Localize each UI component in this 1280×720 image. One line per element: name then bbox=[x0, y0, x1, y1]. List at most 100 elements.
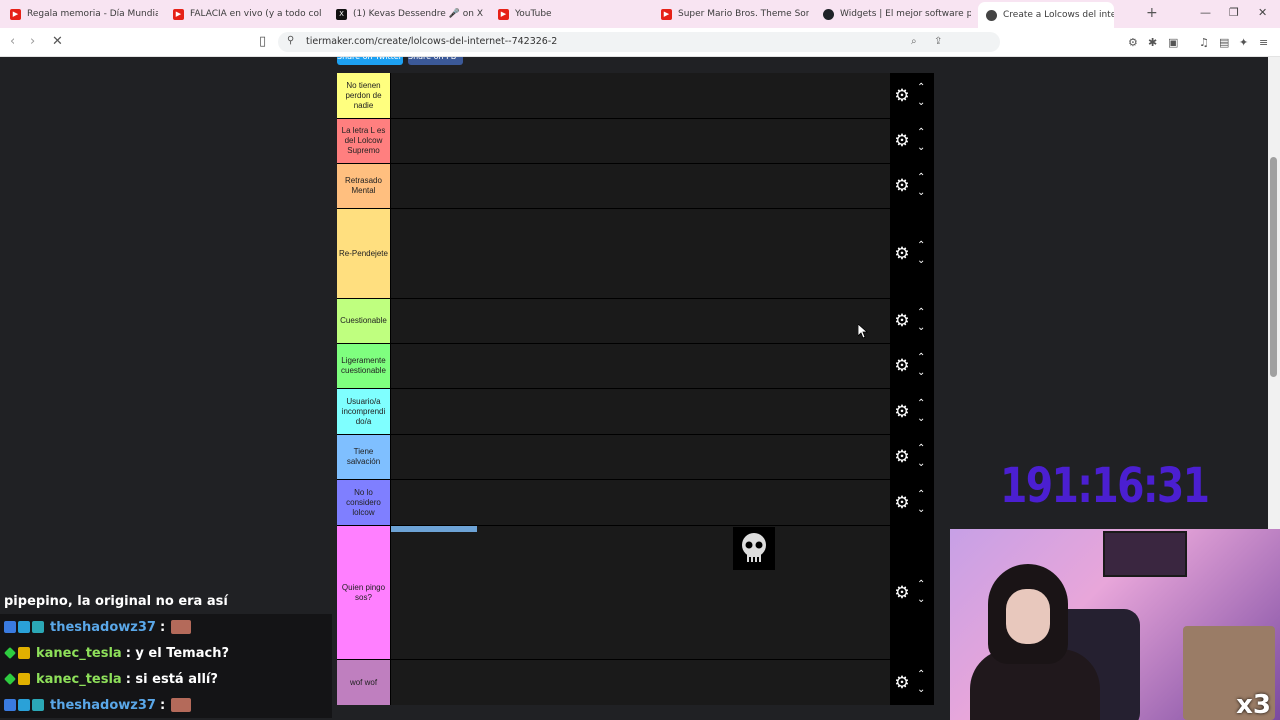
stop-loading-icon[interactable]: ✕ bbox=[52, 34, 63, 49]
tier-label[interactable]: Re-Pendejete bbox=[337, 209, 390, 298]
tier-drop-zone[interactable] bbox=[391, 389, 890, 434]
site-info-icon[interactable]: ⚲ bbox=[287, 35, 294, 46]
move-tier-down-icon[interactable]: ⌄ bbox=[917, 459, 925, 469]
move-tier-down-icon[interactable]: ⌄ bbox=[917, 97, 925, 108]
tier-label[interactable]: Tiene salvación bbox=[337, 435, 390, 479]
tier-settings-gear-icon[interactable]: ⚙ bbox=[894, 133, 910, 150]
move-tier-up-icon[interactable]: ⌃ bbox=[917, 82, 925, 93]
move-tier-up-icon[interactable]: ⌃ bbox=[917, 173, 925, 183]
new-tab-button[interactable]: + bbox=[1146, 5, 1158, 21]
move-tier-up-icon[interactable]: ⌃ bbox=[917, 579, 925, 590]
tier-drop-zone[interactable] bbox=[391, 119, 890, 163]
tier-settings-gear-icon[interactable]: ⚙ bbox=[894, 674, 910, 691]
scrollbar-thumb[interactable] bbox=[1270, 157, 1277, 377]
tier-settings-gear-icon[interactable]: ⚙ bbox=[894, 313, 910, 330]
extensions-puzzle-icon[interactable]: ✱ bbox=[1148, 36, 1157, 49]
restore-icon[interactable]: ❐ bbox=[1229, 6, 1239, 19]
chat-username[interactable]: theshadowz37 bbox=[50, 698, 156, 713]
tier-settings-gear-icon[interactable]: ⚙ bbox=[894, 584, 910, 601]
chat-username[interactable]: theshadowz37 bbox=[50, 620, 156, 635]
tier-settings-gear-icon[interactable]: ⚙ bbox=[894, 245, 910, 262]
move-tier-up-icon[interactable]: ⌃ bbox=[917, 444, 925, 454]
chat-username[interactable]: kanec_tesla bbox=[36, 672, 122, 687]
address-bar-url[interactable]: tiermaker.com/create/lolcows-del-interne… bbox=[306, 36, 557, 47]
tier-label[interactable]: Retrasado Mental bbox=[337, 164, 390, 208]
move-tier-down-icon[interactable]: ⌄ bbox=[917, 684, 925, 695]
extension-icon[interactable]: ⚙ bbox=[1128, 36, 1138, 49]
move-tier-up-icon[interactable]: ⌃ bbox=[917, 398, 925, 409]
browser-tab[interactable]: Widgets | El mejor software para po bbox=[823, 3, 971, 25]
tier-row: No lo considero lolcow ⚙ ⌃ ⌄ bbox=[337, 480, 934, 525]
tier-label[interactable]: La letra L es del Lolcow Supremo bbox=[337, 119, 390, 163]
browser-tab[interactable]: ▶Regala memoria - Día Mundial del A bbox=[10, 3, 158, 25]
tier-drop-zone[interactable] bbox=[391, 660, 890, 705]
move-tier-up-icon[interactable]: ⌃ bbox=[917, 669, 925, 680]
x-icon: X bbox=[336, 8, 347, 20]
tier-item-image[interactable] bbox=[733, 527, 775, 570]
minimize-icon[interactable]: — bbox=[1200, 6, 1211, 19]
tier-drop-zone[interactable] bbox=[391, 480, 890, 525]
tier-label[interactable]: wof wof bbox=[337, 660, 390, 705]
tier-label[interactable]: No lo considero lolcow bbox=[337, 480, 390, 525]
tier-controls: ⚙ ⌃ ⌄ bbox=[890, 299, 934, 343]
move-tier-up-icon[interactable]: ⌃ bbox=[917, 353, 925, 363]
back-icon[interactable]: ‹ bbox=[10, 34, 15, 49]
tier-controls: ⚙ ⌃ ⌄ bbox=[890, 119, 934, 163]
forward-icon[interactable]: › bbox=[30, 34, 35, 49]
tier-label[interactable]: Cuestionable bbox=[337, 299, 390, 343]
menu-icon[interactable]: ≡ bbox=[1259, 36, 1268, 49]
tier-label[interactable]: No tienen perdon de nadie bbox=[337, 73, 390, 118]
tier-label[interactable]: Ligeramente cuestionable bbox=[337, 344, 390, 388]
tier-settings-gear-icon[interactable]: ⚙ bbox=[894, 87, 910, 104]
browser-tab-active[interactable]: Create a Lolcows del internet Ti✕ bbox=[978, 2, 1114, 28]
tier-settings-gear-icon[interactable]: ⚙ bbox=[894, 403, 910, 420]
move-tier-down-icon[interactable]: ⌄ bbox=[917, 368, 925, 378]
tier-settings-gear-icon[interactable]: ⚙ bbox=[894, 358, 910, 375]
chat-username[interactable]: kanec_tesla bbox=[36, 646, 122, 661]
move-tier-up-icon[interactable]: ⌃ bbox=[917, 128, 925, 138]
browser-tab[interactable]: ▶ YouTube bbox=[498, 3, 646, 25]
browser-tab[interactable]: ▶FALACIA en vivo (y a todo color) - R bbox=[173, 3, 321, 25]
move-tier-down-icon[interactable]: ⌄ bbox=[917, 504, 925, 515]
move-tier-down-icon[interactable]: ⌄ bbox=[917, 323, 925, 333]
chat-text: : bbox=[159, 697, 166, 713]
stream-timer: 191:16:31 bbox=[1000, 458, 1210, 514]
address-bar[interactable]: ⚲ tiermaker.com/create/lolcows-del-inter… bbox=[278, 32, 1000, 52]
close-window-icon[interactable]: ✕ bbox=[1258, 6, 1267, 19]
tier-drop-zone[interactable] bbox=[391, 164, 890, 208]
screenshot-icon[interactable]: ▣ bbox=[1168, 36, 1178, 49]
tier-settings-gear-icon[interactable]: ⚙ bbox=[894, 178, 910, 195]
media-icon[interactable]: ♫ bbox=[1199, 36, 1209, 49]
tier-label[interactable]: Usuario/a incomprendi do/a bbox=[337, 389, 390, 434]
share-twitter-button[interactable]: Share on Twitter bbox=[337, 57, 403, 65]
move-tier-up-icon[interactable]: ⌃ bbox=[917, 240, 925, 251]
tier-drop-zone[interactable] bbox=[391, 299, 890, 343]
tier-drop-zone[interactable] bbox=[391, 526, 890, 659]
share-icon[interactable]: ⇪ bbox=[934, 36, 942, 47]
tier-settings-gear-icon[interactable]: ⚙ bbox=[894, 494, 910, 511]
tier-row: Quien pingo sos? ⚙ ⌃ ⌄ bbox=[337, 526, 934, 659]
zoom-icon[interactable]: ⌕ bbox=[911, 36, 917, 47]
share-facebook-button[interactable]: Share on FB bbox=[408, 57, 463, 65]
browser-tab[interactable]: ▶Super Mario Bros. Theme Song - You bbox=[661, 3, 809, 25]
move-tier-down-icon[interactable]: ⌄ bbox=[917, 188, 925, 198]
tier-drop-zone[interactable] bbox=[391, 435, 890, 479]
move-tier-down-icon[interactable]: ⌄ bbox=[917, 143, 925, 153]
move-tier-down-icon[interactable]: ⌄ bbox=[917, 413, 925, 424]
move-tier-down-icon[interactable]: ⌄ bbox=[917, 594, 925, 605]
leo-ai-icon[interactable]: ✦ bbox=[1239, 36, 1248, 49]
move-tier-up-icon[interactable]: ⌃ bbox=[917, 489, 925, 500]
tier-label[interactable]: Quien pingo sos? bbox=[337, 526, 390, 659]
tier-drop-zone[interactable] bbox=[391, 209, 890, 298]
move-tier-down-icon[interactable]: ⌄ bbox=[917, 255, 925, 266]
tier-item-image[interactable] bbox=[391, 526, 477, 532]
tier-drop-zone[interactable] bbox=[391, 73, 890, 118]
bookmark-icon[interactable]: ▯ bbox=[259, 34, 266, 49]
browser-tab[interactable]: X(1) Kevas Dessendre 🎤 on X: "@Ha bbox=[336, 3, 484, 25]
tier-controls: ⚙ ⌃ ⌄ bbox=[890, 73, 934, 118]
move-tier-up-icon[interactable]: ⌃ bbox=[917, 308, 925, 318]
sidebar-icon[interactable]: ▤ bbox=[1219, 36, 1229, 49]
tier-drop-zone[interactable] bbox=[391, 344, 890, 388]
tier-settings-gear-icon[interactable]: ⚙ bbox=[894, 449, 910, 466]
github-icon bbox=[823, 8, 834, 20]
